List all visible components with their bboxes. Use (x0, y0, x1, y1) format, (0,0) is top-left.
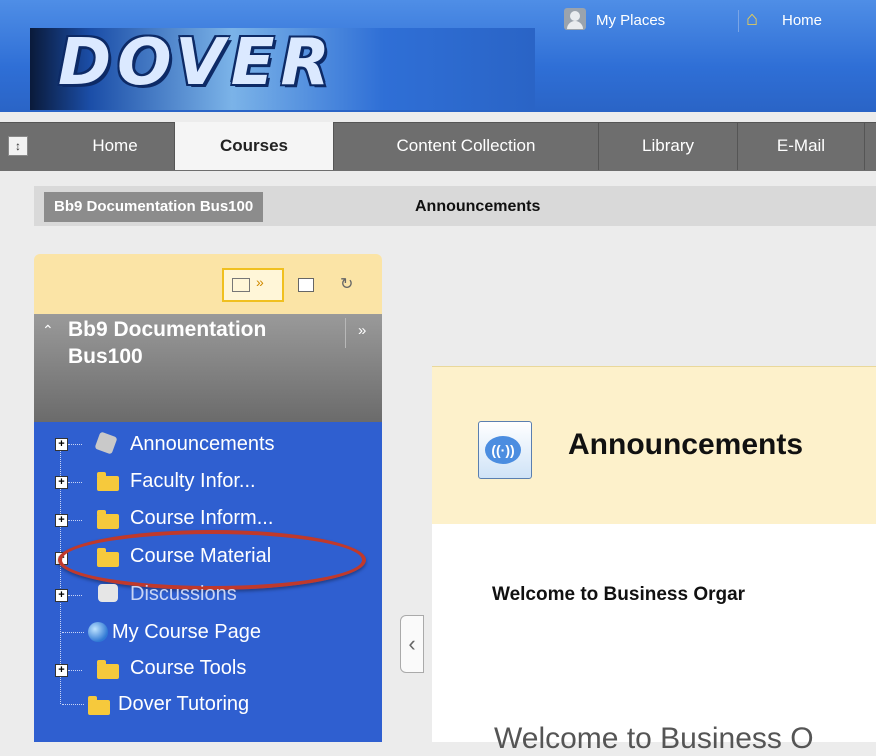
menu-item-faculty-information[interactable]: Faculty Infor... (130, 469, 256, 493)
home-icon: ⌂ (746, 8, 759, 30)
folder-outline-icon (232, 278, 250, 292)
menu-item-announcements[interactable]: Announcements (130, 432, 275, 456)
tab-courses[interactable]: Courses (175, 122, 334, 170)
tree-connector (62, 704, 84, 705)
menu-item-course-tools[interactable]: Course Tools (130, 656, 246, 680)
folder-icon (97, 510, 119, 529)
discussion-icon (98, 584, 118, 602)
menu-header-divider (345, 318, 346, 348)
expand-icon[interactable]: + (55, 664, 68, 677)
collapse-menu-handle[interactable]: ‹ (400, 615, 424, 673)
announcements-page-icon: ((·)) (478, 421, 532, 479)
expand-menu-icon[interactable]: » (358, 322, 366, 339)
expand-icon[interactable]: + (55, 514, 68, 527)
broadcast-icon: ((·)) (485, 436, 521, 464)
breadcrumb-current: Announcements (415, 198, 541, 215)
page-title: Announcements (568, 428, 804, 461)
folder-icon (88, 696, 110, 715)
tree-connector (68, 595, 82, 596)
expand-icon[interactable]: + (55, 589, 68, 602)
tree-connector (62, 632, 84, 633)
logo-text: DOVER (58, 26, 336, 100)
tab-content-collection[interactable]: Content Collection (334, 122, 599, 170)
header-divider (738, 10, 739, 32)
tree-connector (68, 520, 82, 521)
tab-email[interactable]: E-Mail (738, 122, 865, 170)
menu-item-my-course-page[interactable]: My Course Page (112, 620, 261, 644)
tab-bar-toggle-icon[interactable]: ↕ (8, 136, 28, 156)
content-body (432, 524, 876, 742)
tab-library[interactable]: Library (599, 122, 738, 170)
globe-icon (88, 622, 108, 642)
highlight-oval (58, 530, 366, 590)
refresh-icon[interactable]: ↻ (340, 274, 353, 294)
add-menu-item-button[interactable]: » (222, 268, 284, 302)
announcement-text: Welcome to Business O (494, 722, 814, 755)
detach-window-icon[interactable] (298, 278, 314, 292)
expand-icon[interactable]: + (55, 438, 68, 451)
home-link[interactable]: Home (782, 12, 822, 29)
user-icon (564, 8, 586, 30)
tree-connector (68, 444, 82, 445)
announcement-heading: Welcome to Business Orgar (492, 584, 746, 605)
tree-connector (68, 670, 82, 671)
tab-home[interactable]: Home (56, 122, 175, 170)
expand-icon[interactable]: + (55, 476, 68, 489)
menu-item-course-information[interactable]: Course Inform... (130, 506, 273, 530)
course-menu-title[interactable]: Bb9 Documentation Bus100 (68, 316, 308, 370)
folder-icon (97, 660, 119, 679)
my-places-link[interactable]: My Places (596, 12, 665, 29)
folder-icon (97, 472, 119, 491)
menu-item-dover-tutoring[interactable]: Dover Tutoring (118, 692, 249, 716)
chevron-down-icon: » (256, 274, 264, 290)
tree-connector (68, 482, 82, 483)
collapse-icon[interactable]: ⌃ (42, 322, 54, 339)
menu-item-discussions[interactable]: Discussions (130, 582, 237, 606)
breadcrumb-course[interactable]: Bb9 Documentation Bus100 (44, 192, 264, 222)
course-menu-toolbar (34, 254, 382, 314)
